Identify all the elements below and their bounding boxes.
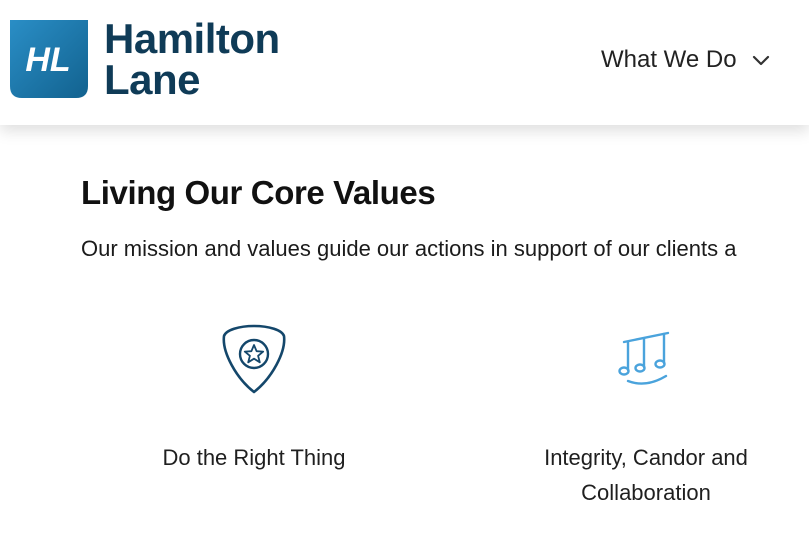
- value-card-do-the-right-thing: Do the Right Thing: [124, 318, 384, 475]
- shield-star-icon: [222, 324, 286, 394]
- music-notes-icon: [618, 331, 670, 385]
- nav-what-we-do[interactable]: What We Do: [601, 44, 771, 76]
- value-label-do-the-right-thing: Do the Right Thing: [162, 445, 346, 470]
- nav-what-we-do-label: What We Do: [601, 46, 737, 73]
- section-title: Living Our Core Values: [81, 174, 436, 211]
- logo-wordmark-lane: Lane: [104, 56, 201, 103]
- hamilton-lane-logo-link[interactable]: HL Hamilton Lane: [10, 15, 310, 103]
- section-intro: Our mission and values guide our actions…: [81, 236, 737, 261]
- svg-text:HL: HL: [25, 41, 70, 79]
- chevron-down-icon: [752, 55, 769, 66]
- site-header: HL Hamilton Lane What We Do: [0, 0, 809, 125]
- value-label-integrity-candor-collaboration: Integrity, Candor and Collaboration: [544, 445, 748, 505]
- hl-logo-mark: HL: [10, 20, 88, 98]
- logo-wordmark-hamilton: Hamilton: [104, 15, 280, 62]
- value-card-integrity: Integrity, Candor and Collaboration: [516, 318, 776, 510]
